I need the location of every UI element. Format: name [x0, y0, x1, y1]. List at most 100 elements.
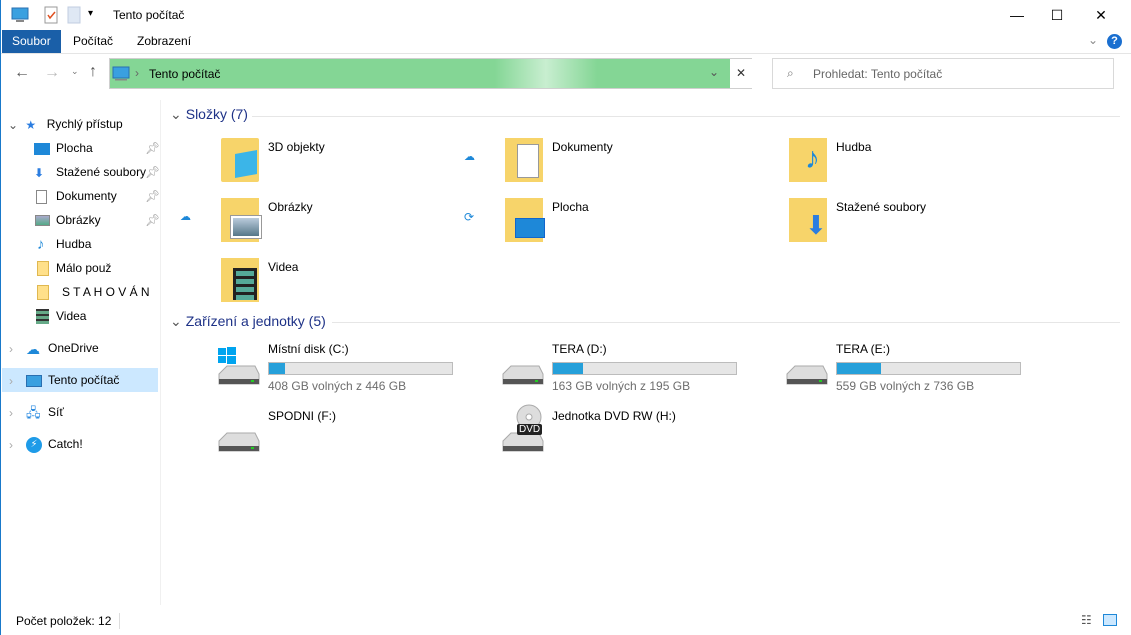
folder-videa[interactable]: Videa [221, 256, 491, 312]
folder-dokumenty[interactable]: Dokumenty [505, 136, 775, 192]
nav-item-dokumenty[interactable]: Dokumenty 📌︎ [2, 184, 160, 208]
pin-icon[interactable]: 📌︎ [145, 184, 160, 208]
drive-f[interactable]: SPODNI (F:) [217, 409, 497, 465]
drive-space: 408 GB volných z 446 GB [268, 379, 407, 393]
folder-label: 3D objekty [268, 140, 325, 154]
nav-quick-access[interactable]: ⌄ ★ Rychlý přístup [2, 112, 158, 136]
chevron-down-icon[interactable]: ⌄ [170, 313, 182, 329]
cloud-icon: ☁ [26, 340, 40, 357]
recent-locations-dropdown[interactable]: ⌄ [71, 66, 79, 77]
network-icon: 🖧︎ [26, 404, 41, 420]
help-icon[interactable]: ? [1107, 34, 1122, 49]
chevron-down-icon[interactable]: ⌄ [170, 106, 182, 122]
tab-pocitac[interactable]: Počítač [63, 30, 123, 53]
folder-label: Hudba [836, 140, 872, 154]
chevron-right-icon[interactable]: › [9, 369, 26, 393]
star-icon: ★ [25, 117, 37, 132]
nav-label: Síť [48, 405, 64, 419]
windows-drive-icon [218, 347, 260, 385]
breadcrumb-tento-pocitac[interactable]: Tento počítač [149, 67, 220, 81]
chevron-right-icon[interactable]: › [9, 433, 26, 457]
nav-item-stazene[interactable]: ⬇ Stažené soubory 📌︎ [2, 160, 160, 184]
nav-item-stahovani[interactable]: S T A H O V Á N [2, 280, 158, 304]
chevron-right-icon[interactable]: › [9, 401, 26, 425]
tab-zobrazeni[interactable]: Zobrazení [127, 30, 201, 53]
desktop-icon [34, 142, 50, 155]
customize-toolbar-dropdown[interactable]: ▾ [88, 8, 93, 19]
nav-label: Obrázky [56, 213, 101, 227]
nav-tento-pocitac[interactable]: › Tento počítač [2, 368, 158, 392]
pin-icon[interactable]: 📌︎ [145, 208, 160, 232]
large-icons-view-icon[interactable] [1103, 614, 1117, 626]
downloads-folder-icon: ⬇ [789, 198, 827, 242]
properties-icon[interactable] [44, 6, 58, 27]
drive-label: SPODNI (F:) [268, 409, 336, 423]
nav-item-hudba[interactable]: ♪ Hudba [2, 232, 158, 256]
group-header-folders[interactable]: ⌄ Složky (7) [170, 106, 248, 123]
folder-plocha[interactable]: Plocha [505, 196, 775, 252]
drive-label: Místní disk (C:) [268, 342, 349, 356]
drive-space: 559 GB volných z 736 GB [836, 379, 975, 393]
download-icon: ⬇ [34, 165, 45, 180]
nav-label: OneDrive [48, 341, 99, 355]
drive-usage-bar [552, 362, 737, 375]
item-count: Počet položek: 12 [16, 614, 112, 628]
folder-3d-objekty[interactable]: 3D objekty [221, 136, 491, 192]
back-button[interactable]: ← [14, 64, 30, 82]
new-folder-icon[interactable] [67, 6, 81, 27]
divider [332, 322, 1120, 323]
music-icon: ♪ [37, 235, 45, 253]
dvd-badge: DVD [517, 424, 543, 435]
drive-h-dvd[interactable]: DVD Jednotka DVD RW (H:) [501, 404, 781, 465]
clear-address-icon[interactable]: ✕ [730, 59, 752, 88]
cloud-sync-icon: ☁ [464, 151, 475, 163]
window-title: Tento počítač [113, 8, 185, 22]
group-title: Složky (7) [185, 106, 248, 122]
hard-drive-icon [218, 432, 260, 452]
nav-item-malo-pouz[interactable]: Málo použ [2, 256, 158, 280]
nav-label: Videa [56, 309, 87, 323]
nav-item-plocha[interactable]: Plocha 📌︎ [2, 136, 160, 160]
folder-hudba[interactable]: ♪ Hudba [789, 136, 1059, 192]
group-header-devices[interactable]: ⌄ Zařízení a jednotky (5) [170, 313, 326, 330]
nav-onedrive[interactable]: › ☁ OneDrive [2, 336, 158, 360]
tab-soubor[interactable]: Soubor [2, 30, 61, 53]
chevron-down-icon[interactable]: ⌄ [8, 113, 22, 137]
nav-sit[interactable]: › 🖧︎ Síť [2, 400, 158, 424]
music-folder-icon: ♪ [789, 138, 827, 182]
folder-stazene-soubory[interactable]: ⬇ Stažené soubory [789, 196, 1059, 252]
address-bar[interactable]: › Tento počítač ⌄ ✕ [109, 58, 752, 89]
folder-icon [37, 261, 49, 277]
drive-label: TERA (E:) [836, 342, 891, 356]
desktop-folder-icon [505, 198, 545, 242]
nav-label: Hudba [56, 237, 92, 251]
folder-label: Dokumenty [552, 140, 613, 154]
cloud-sync-icon: ☁ [180, 211, 191, 223]
chevron-right-icon[interactable]: › [9, 337, 26, 361]
navigation-pane: ⌄ ★ Rychlý přístup Plocha 📌︎ ⬇ Stažené sou… [1, 100, 161, 605]
nav-item-videa[interactable]: Videa [2, 304, 158, 328]
nav-item-obrazky[interactable]: Obrázky 📌︎ [2, 208, 160, 232]
folder-obrazky[interactable]: Obrázky [221, 196, 491, 252]
drive-c[interactable]: Místní disk (C:) 408 GB volných z 446 GB [217, 342, 497, 398]
video-icon [36, 309, 49, 325]
folder-label: Obrázky [268, 200, 313, 214]
drive-d[interactable]: TERA (D:) 163 GB volných z 195 GB [501, 342, 781, 398]
details-view-icon[interactable]: ☷ [1081, 613, 1092, 627]
forward-button[interactable]: → [44, 64, 60, 82]
nav-label: Catch! [48, 437, 83, 451]
address-dropdown-icon[interactable]: ⌄ [709, 65, 719, 79]
expand-ribbon-icon[interactable]: ⌄ [1088, 33, 1098, 47]
nav-label: Plocha [56, 141, 93, 155]
close-button[interactable]: ✕ [1078, 0, 1124, 30]
maximize-button[interactable]: ☐ [1034, 0, 1080, 30]
pin-icon[interactable]: 📌︎ [145, 136, 160, 160]
drive-e[interactable]: TERA (E:) 559 GB volných z 736 GB [785, 342, 1065, 398]
nav-label: Málo použ [56, 261, 112, 275]
search-input[interactable]: ⌕ Prohledat: Tento počítač [772, 58, 1114, 89]
nav-catch[interactable]: › ⚡︎ Catch! [2, 432, 158, 456]
up-button[interactable]: ↑ [89, 63, 97, 81]
nav-label: Stažené soubory [56, 165, 147, 179]
search-icon: ⌕ [787, 66, 794, 80]
pin-icon[interactable]: 📌︎ [145, 160, 160, 184]
